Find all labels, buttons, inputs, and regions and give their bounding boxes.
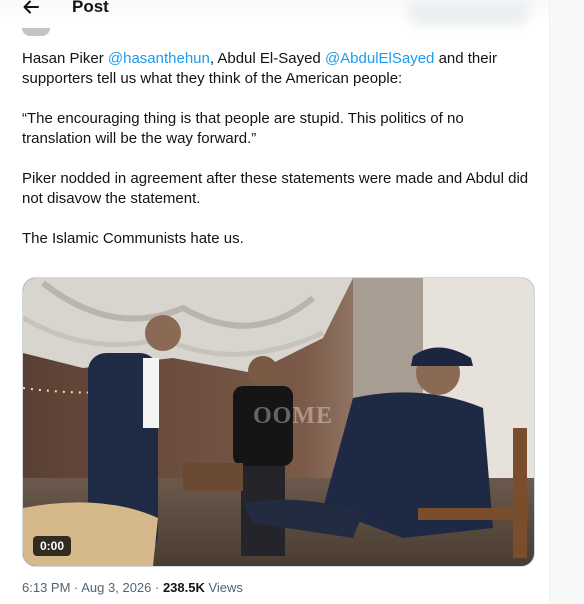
tweet-paragraph: Piker nodded in agreement after these st… [22, 170, 529, 207]
right-margin [550, 0, 584, 604]
post-time[interactable]: 6:13 PM [22, 580, 70, 595]
tweet-paragraph: Hasan Piker @hasanthehun, Abdul El-Sayed… [22, 49, 537, 89]
post-header: Post [0, 0, 549, 26]
views-label: Views [204, 580, 243, 595]
post-meta: 6:13 PM · Aug 3, 2026 · 238.5K Views [22, 580, 243, 595]
views-count: 238.5K [162, 580, 205, 595]
mention-link[interactable]: @hasanthehun [108, 50, 210, 67]
meta-separator: · [151, 580, 163, 595]
meta-separator: · [70, 580, 82, 595]
video-player[interactable]: OOME 0:00 [22, 277, 535, 567]
video-timer: 0:00 [33, 536, 72, 556]
tweet-text-segment: Hasan Piker [22, 50, 108, 67]
avatar[interactable] [22, 28, 50, 36]
arrow-left-icon[interactable] [22, 0, 40, 16]
tweet-text-segment: , Abdul El-Sayed [209, 50, 325, 67]
tweet-paragraph: The Islamic Communists hate us. [22, 230, 244, 247]
page-title: Post [72, 0, 109, 16]
blurred-header-region [408, 0, 530, 26]
mention-link[interactable]: @AbdulElSayed [325, 50, 434, 67]
tweet-paragraph: “The encouraging thing is that people ar… [22, 110, 464, 147]
video-watermark: OOME [253, 403, 333, 429]
post-detail-column: Post Hasan Piker @hasanthehun, Abdul El-… [0, 0, 550, 604]
tweet-text: Hasan Piker @hasanthehun, Abdul El-Sayed… [22, 49, 537, 249]
post-date[interactable]: Aug 3, 2026 [81, 580, 151, 595]
